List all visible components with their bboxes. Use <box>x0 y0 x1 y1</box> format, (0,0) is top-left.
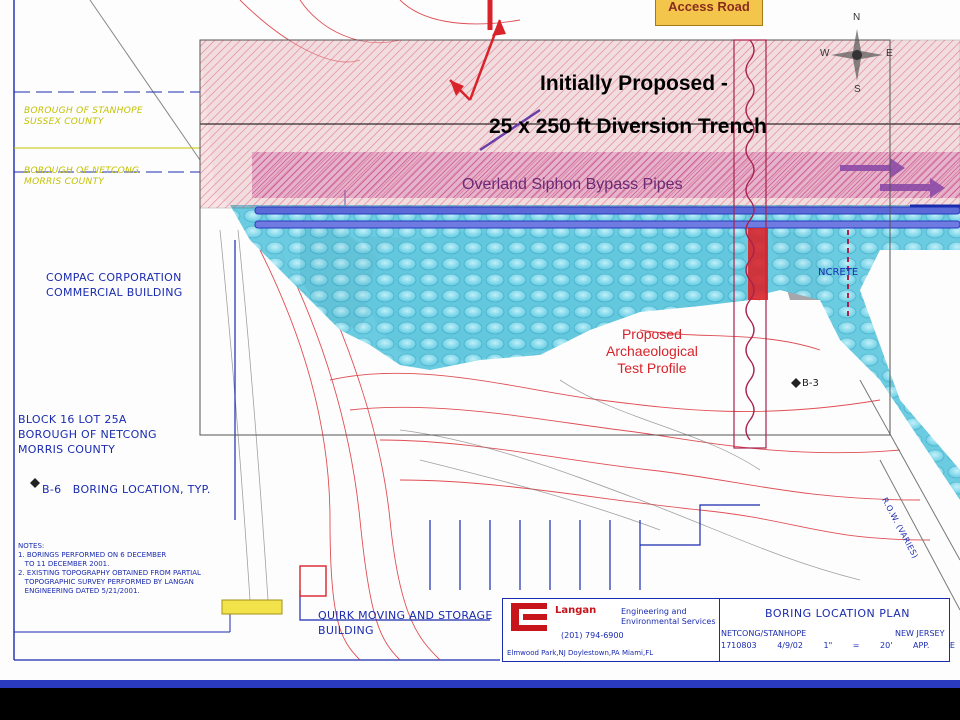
plan-title: BORING LOCATION PLAN <box>765 607 911 620</box>
label-quirk-building: QUIRK MOVING AND STORAGE BUILDING <box>318 609 493 637</box>
map-notes: NOTES: 1. BORINGS PERFORMED ON 6 DECEMBE… <box>18 542 201 595</box>
label-concrete: NCRETE <box>818 267 859 278</box>
title-block: Langan Engineering and Environmental Ser… <box>502 598 955 662</box>
title-block-divider <box>719 599 720 661</box>
overlay-title-line1: Initially Proposed - <box>540 72 728 95</box>
plan-place-left: NETCONG/STANHOPE <box>721 629 807 638</box>
compass-n: N <box>853 12 861 23</box>
site-map: BOROUGH OF STANHOPE SUSSEX COUNTY BOROUG… <box>0 0 960 684</box>
overlay-title-line2: 25 x 250 ft Diversion Trench <box>489 115 767 138</box>
langan-logo <box>511 603 547 631</box>
plan-scale: 1" = 20' <box>823 641 893 650</box>
company-name: Langan <box>555 605 597 616</box>
test-profile-label: Proposed Archaeological Test Profile <box>606 326 698 376</box>
company-offices: Elmwood Park,NJ Doylestown,PA Miami,FL <box>507 649 654 657</box>
label-boring-b3: B-3 <box>802 378 819 389</box>
label-borough-stanhope: BOROUGH OF STANHOPE SUSSEX COUNTY <box>24 106 143 127</box>
slide-black-bar <box>0 688 960 720</box>
slide: BOROUGH OF STANHOPE SUSSEX COUNTY BOROUG… <box>0 0 960 720</box>
compass-e: E <box>886 48 893 59</box>
slide-bottom-band <box>0 680 960 688</box>
label-borough-netcong: BOROUGH OF NETCONG MORRIS COUNTY <box>24 166 140 187</box>
company-phone: (201) 794-6900 <box>561 631 624 640</box>
label-boring-location: B-6 BORING LOCATION, TYP. <box>42 483 211 496</box>
plan-job-no: 1710803 <box>721 641 757 650</box>
access-road-label: Access Road <box>655 0 763 26</box>
compass-w: W <box>820 48 830 59</box>
plan-date: 4/9/02 <box>777 641 803 650</box>
plan-place-right: NEW JERSEY <box>895 629 945 638</box>
siphon-bypass-label: Overland Siphon Bypass Pipes <box>462 176 683 193</box>
label-compac: COMPAC CORPORATION COMMERCIAL BUILDING <box>46 271 183 299</box>
compass-s: S <box>854 84 861 95</box>
company-subtitle: Engineering and Environmental Services <box>621 607 716 626</box>
plan-details-row: 1710803 4/9/02 1" = 20' APP. E <box>721 641 955 650</box>
label-block-lot: BLOCK 16 LOT 25A BOROUGH OF NETCONG MORR… <box>18 413 157 456</box>
plan-figure: APP. E <box>912 641 955 650</box>
